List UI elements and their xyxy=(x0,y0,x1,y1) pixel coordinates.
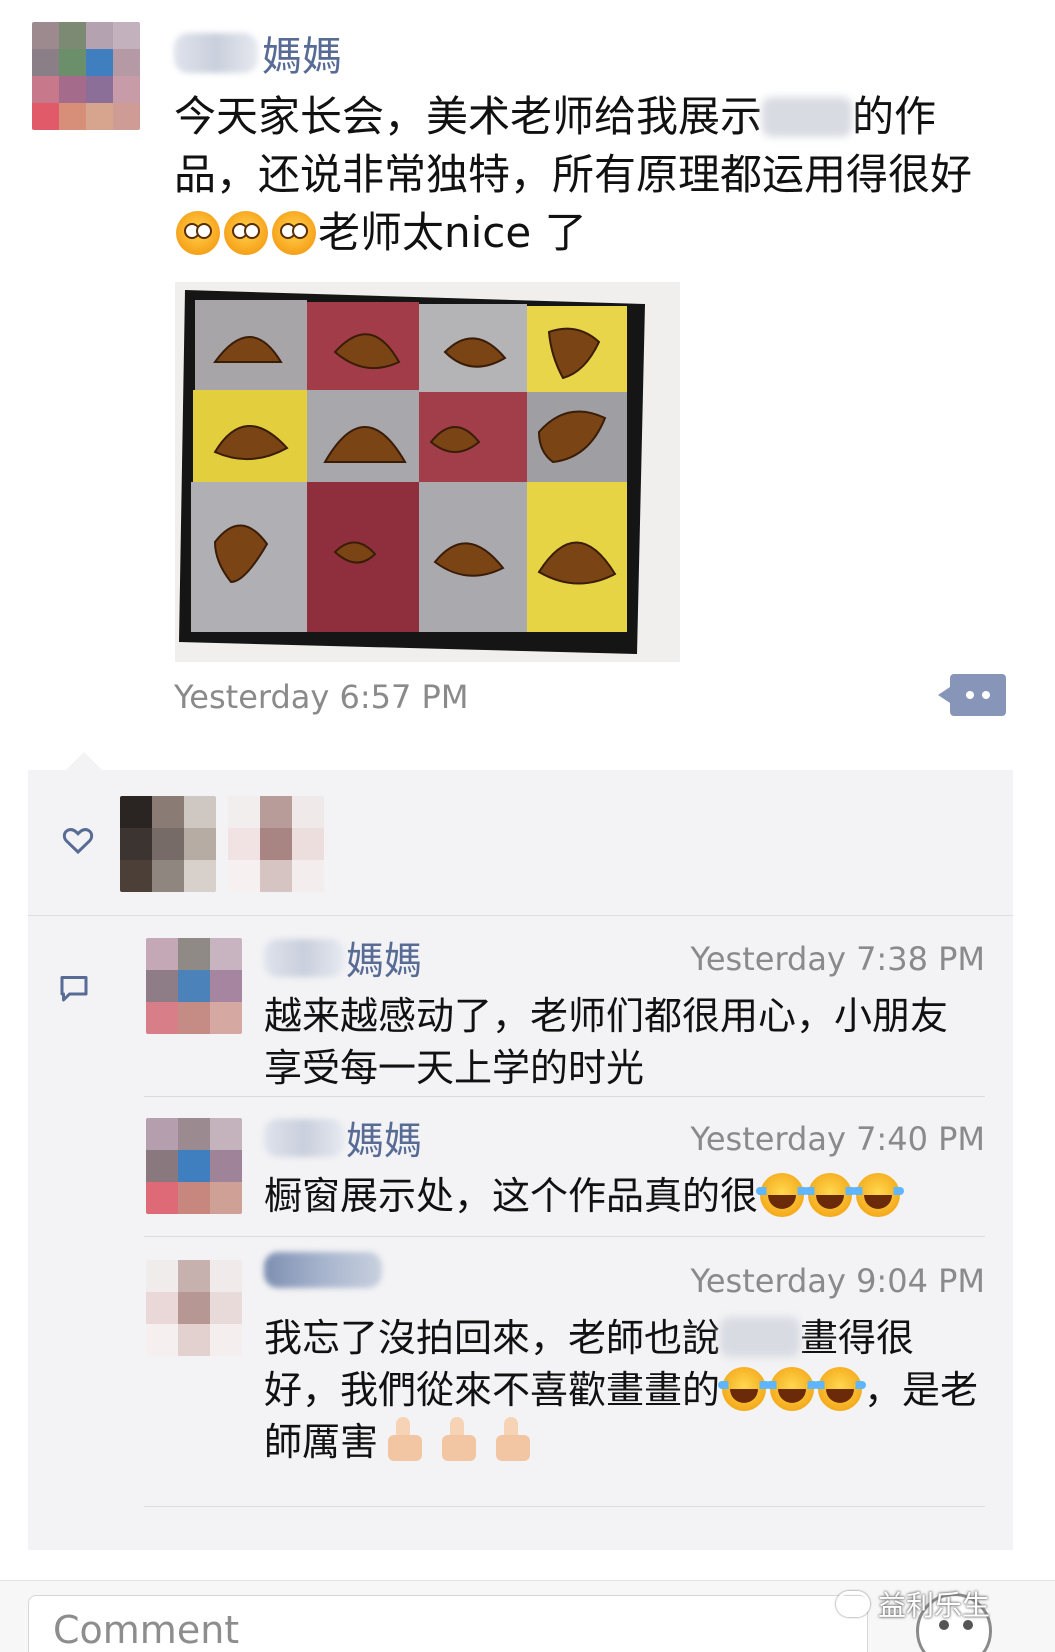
watermark-text: 益利乐生 xyxy=(878,1589,991,1622)
comment-icon xyxy=(60,976,88,1002)
artwork-photo xyxy=(175,282,680,662)
comment-divider xyxy=(144,1236,985,1237)
redacted-text xyxy=(762,97,853,137)
flushed-face-icon xyxy=(224,211,268,255)
post-text-part3: 老师太nice 了 xyxy=(318,208,587,257)
author-avatar[interactable] xyxy=(32,22,140,130)
more-options-icon[interactable] xyxy=(938,674,1006,716)
laughing-face-icon xyxy=(852,1173,905,1217)
laughing-face-icon xyxy=(756,1173,809,1217)
commenter-name[interactable]: 媽媽 xyxy=(264,1110,422,1165)
commenter-name-suffix: 媽媽 xyxy=(346,939,423,983)
post-author-name[interactable]: 媽媽 xyxy=(174,24,342,82)
thumbs-up-icon xyxy=(438,1417,480,1463)
comment-item[interactable]: 媽媽 Yesterday 7:40 PM 橱窗展示处，这个作品真的很 xyxy=(116,1110,1013,1230)
post-photo[interactable] xyxy=(175,282,680,662)
comment-text: 越来越感动了，老师们都很用心，小朋友享受每一天上学的时光 xyxy=(264,994,949,1090)
commenter-avatar[interactable] xyxy=(146,1118,242,1214)
comment-divider xyxy=(144,1096,985,1097)
comment-item[interactable]: 媽媽 Yesterday 7:38 PM 越来越感动了，老师们都很用心，小朋友享… xyxy=(116,930,1013,1090)
commenter-avatar[interactable] xyxy=(146,938,242,1034)
laughing-face-icon xyxy=(804,1173,857,1217)
flushed-face-icon xyxy=(272,211,316,255)
redacted-text xyxy=(720,1317,801,1357)
comment-time: Yesterday 9:04 PM xyxy=(690,1262,985,1300)
wechat-logo-icon xyxy=(836,1591,870,1617)
post-text: 今天家长会，美术老师给我展示 的作品，还说非常独特，所有原理都运用得很好老师太ni… xyxy=(174,88,1014,262)
like-avatar[interactable] xyxy=(228,796,324,892)
author-name-suffix: 媽媽 xyxy=(262,34,342,80)
laughing-face-icon xyxy=(766,1367,819,1411)
comment-text: 橱窗展示处，这个作品真的很 xyxy=(264,1170,984,1222)
laughing-face-icon xyxy=(718,1367,771,1411)
watermark: 益利乐生 xyxy=(836,1584,990,1624)
redacted-name xyxy=(264,938,344,977)
commenter-avatar[interactable] xyxy=(146,1260,242,1356)
thumbs-up-icon xyxy=(384,1417,426,1463)
like-avatar[interactable] xyxy=(120,796,216,892)
heart-icon xyxy=(62,828,94,855)
comment-input[interactable]: Comment xyxy=(28,1595,868,1652)
post-text-part1: 今天家长会，美术老师给我展示 xyxy=(174,92,763,141)
commenter-name-suffix: 媽媽 xyxy=(346,1119,423,1163)
redacted-name xyxy=(264,1252,382,1288)
comment-text-part: 橱窗展示处，这个作品真的很 xyxy=(264,1174,759,1218)
comment-text: 我忘了沒拍回來，老師也說 畫得很好，我們從來不喜歡畫畫的 ，是老師厲害 xyxy=(264,1312,984,1468)
commenter-name[interactable]: 媽媽 xyxy=(264,930,422,985)
laughing-face-icon xyxy=(814,1367,867,1411)
redacted-name xyxy=(264,1118,344,1157)
comment-item[interactable]: Yesterday 9:04 PM 我忘了沒拍回來，老師也說 畫得很好，我們從來不… xyxy=(116,1252,1013,1472)
comment-divider xyxy=(144,1506,985,1507)
thumbs-up-icon xyxy=(492,1417,534,1463)
comment-time: Yesterday 7:40 PM xyxy=(690,1120,985,1158)
likes-section xyxy=(28,770,1013,916)
commenter-name[interactable] xyxy=(264,1252,382,1288)
moment-post: 媽媽 今天家长会，美术老师给我展示 的作品，还说非常独特，所有原理都运用得很好老师… xyxy=(0,0,1055,760)
interaction-panel: 媽媽 Yesterday 7:38 PM 越来越感动了，老师们都很用心，小朋友享… xyxy=(28,752,1013,1550)
comment-time: Yesterday 7:38 PM xyxy=(690,940,985,978)
flushed-face-icon xyxy=(176,211,220,255)
post-timestamp: Yesterday 6:57 PM xyxy=(174,678,469,716)
redacted-name xyxy=(174,33,258,73)
comment-text-part1: 我忘了沒拍回來，老師也說 xyxy=(264,1316,721,1360)
